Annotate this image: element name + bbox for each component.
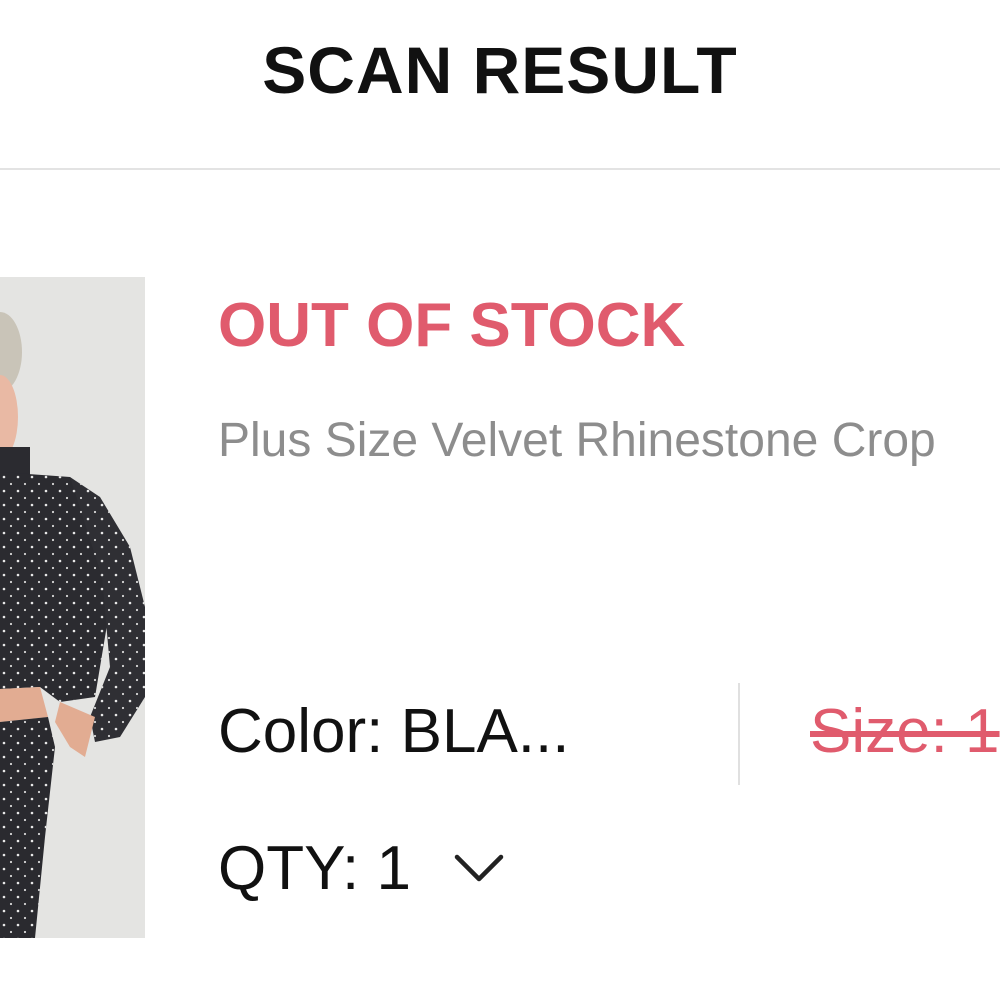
page-title: SCAN RESULT: [262, 33, 738, 107]
scan-result-screen: SCAN RESULT OUT OF STOCK Plus Size Velve…: [0, 0, 1000, 1000]
product-name[interactable]: Plus Size Velvet Rhinestone Crop: [218, 413, 936, 468]
product-photo: [0, 277, 145, 938]
header-bar: SCAN RESULT: [0, 0, 1000, 170]
quantity-selector[interactable]: QTY: 1: [218, 828, 505, 908]
attribute-divider: [738, 683, 740, 785]
quantity-label: QTY: 1: [218, 833, 411, 903]
chevron-down-icon[interactable]: [453, 853, 505, 883]
size-option[interactable]: Size: 1: [810, 696, 1000, 767]
product-image[interactable]: [0, 277, 145, 938]
stock-status-label: OUT OF STOCK: [218, 291, 686, 360]
color-option[interactable]: Color: BLA...: [218, 696, 569, 767]
